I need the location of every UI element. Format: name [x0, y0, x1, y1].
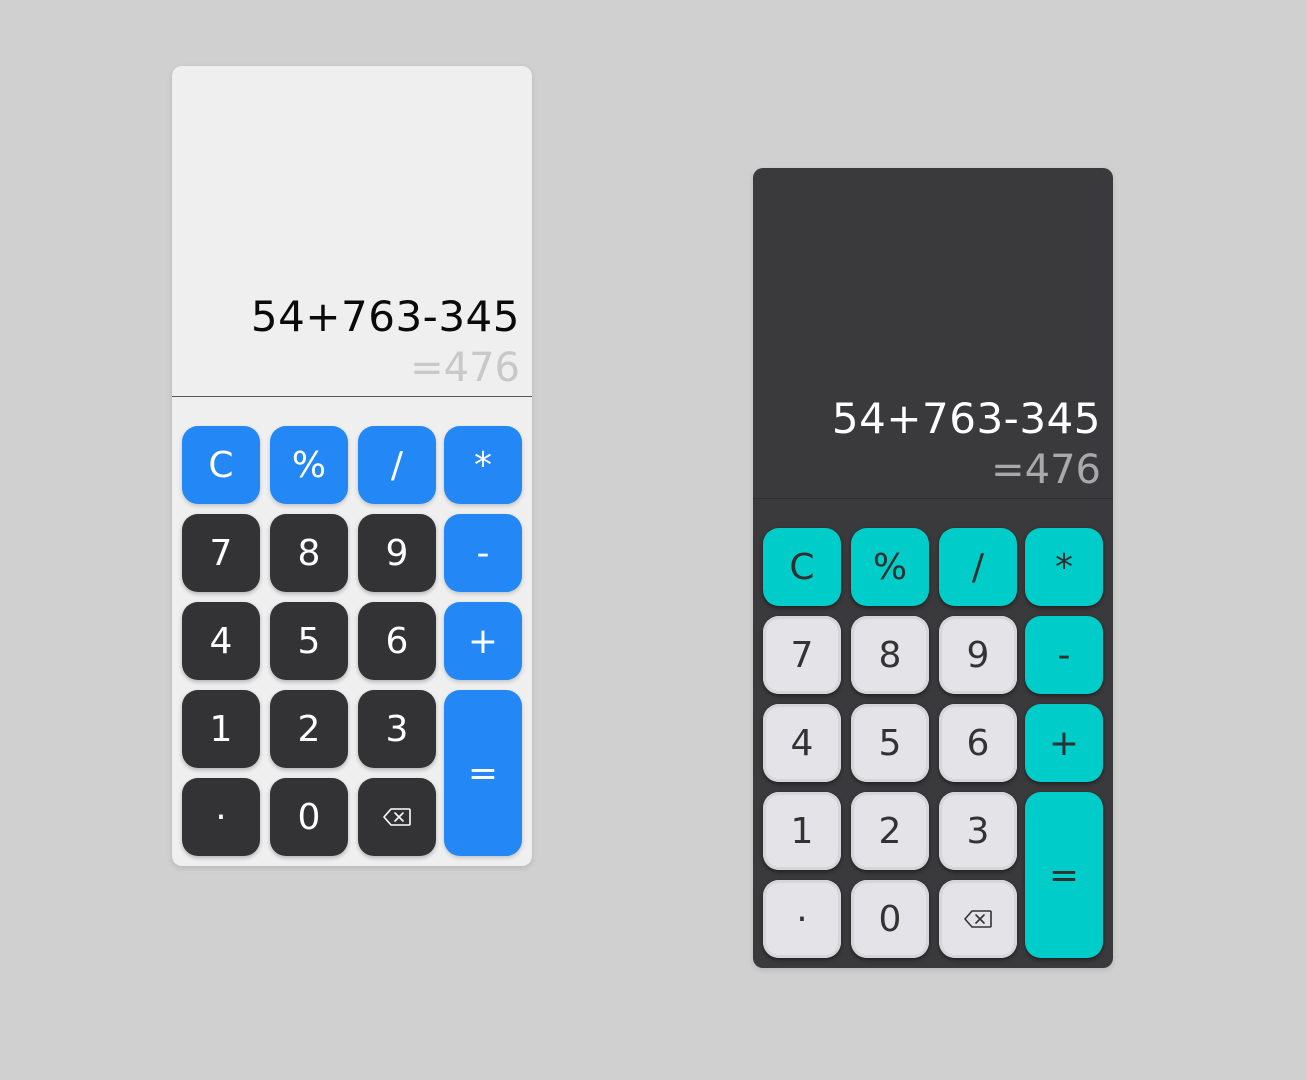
- digit-2-button[interactable]: 2: [851, 792, 929, 870]
- result-text: =476: [410, 345, 520, 391]
- expression-text: 54+763-345: [831, 394, 1101, 443]
- percent-button[interactable]: %: [270, 426, 348, 504]
- digit-1-button[interactable]: 1: [763, 792, 841, 870]
- digit-0-button[interactable]: 0: [851, 880, 929, 958]
- digit-6-button[interactable]: 6: [939, 704, 1017, 782]
- decimal-button[interactable]: ·: [182, 778, 260, 856]
- digit-4-button[interactable]: 4: [763, 704, 841, 782]
- clear-button[interactable]: C: [763, 528, 841, 606]
- percent-button[interactable]: %: [851, 528, 929, 606]
- plus-button[interactable]: +: [444, 602, 522, 680]
- digit-2-button[interactable]: 2: [270, 690, 348, 768]
- digit-8-button[interactable]: 8: [270, 514, 348, 592]
- light-calculator: 54+763-345 =476 C % / * 7 8 9 - 4 5 6 + …: [172, 66, 532, 866]
- equals-button[interactable]: =: [444, 690, 522, 856]
- digit-9-button[interactable]: 9: [358, 514, 436, 592]
- digit-0-button[interactable]: 0: [270, 778, 348, 856]
- divide-button[interactable]: /: [939, 528, 1017, 606]
- expression-text: 54+763-345: [250, 292, 520, 341]
- backspace-button[interactable]: [358, 778, 436, 856]
- result-text: =476: [991, 447, 1101, 493]
- divide-button[interactable]: /: [358, 426, 436, 504]
- decimal-button[interactable]: ·: [763, 880, 841, 958]
- backspace-icon: [383, 808, 411, 826]
- minus-button[interactable]: -: [444, 514, 522, 592]
- digit-3-button[interactable]: 3: [939, 792, 1017, 870]
- plus-button[interactable]: +: [1025, 704, 1103, 782]
- digit-5-button[interactable]: 5: [270, 602, 348, 680]
- digit-8-button[interactable]: 8: [851, 616, 929, 694]
- multiply-button[interactable]: *: [444, 426, 522, 504]
- digit-1-button[interactable]: 1: [182, 690, 260, 768]
- dark-calculator: 54+763-345 =476 C % / * 7 8 9 - 4 5 6 + …: [753, 168, 1113, 968]
- digit-4-button[interactable]: 4: [182, 602, 260, 680]
- digit-7-button[interactable]: 7: [763, 616, 841, 694]
- multiply-button[interactable]: *: [1025, 528, 1103, 606]
- digit-9-button[interactable]: 9: [939, 616, 1017, 694]
- digit-6-button[interactable]: 6: [358, 602, 436, 680]
- minus-button[interactable]: -: [1025, 616, 1103, 694]
- backspace-button[interactable]: [939, 880, 1017, 958]
- backspace-icon: [964, 910, 992, 928]
- equals-button[interactable]: =: [1025, 792, 1103, 958]
- digit-7-button[interactable]: 7: [182, 514, 260, 592]
- calculator-display: 54+763-345 =476: [172, 66, 532, 397]
- digit-5-button[interactable]: 5: [851, 704, 929, 782]
- clear-button[interactable]: C: [182, 426, 260, 504]
- digit-3-button[interactable]: 3: [358, 690, 436, 768]
- calculator-display: 54+763-345 =476: [753, 168, 1113, 499]
